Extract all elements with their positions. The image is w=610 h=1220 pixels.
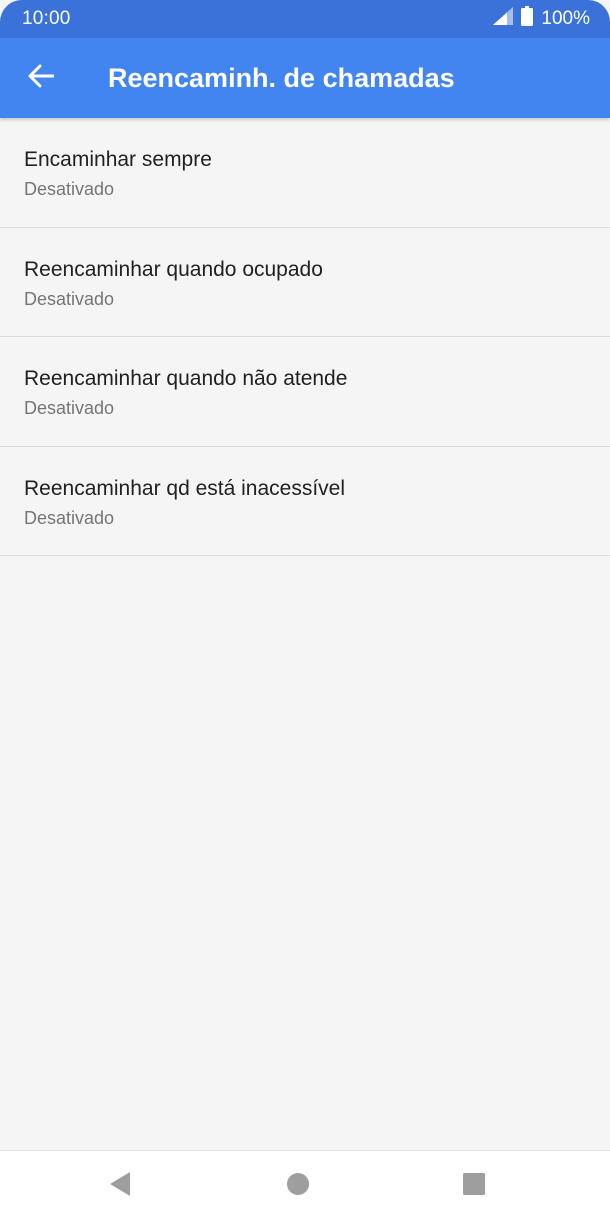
setting-title: Reencaminhar quando não atende — [24, 367, 348, 390]
setting-forward-busy[interactable]: Reencaminhar quando ocupado Desativado — [0, 228, 610, 337]
back-button[interactable] — [0, 38, 82, 118]
settings-list: Encaminhar sempre Desativado Reencaminha… — [0, 118, 610, 556]
setting-title: Encaminhar sempre — [24, 148, 212, 171]
setting-status: Desativado — [24, 398, 115, 418]
arrow-left-icon — [28, 64, 55, 93]
nav-home-button[interactable] — [281, 1169, 315, 1203]
app-bar: Reencaminh. de chamadas — [0, 38, 610, 118]
setting-status: Desativado — [24, 288, 115, 309]
setting-forward-unreachable[interactable]: Reencaminhar qd está inacessível Desativ… — [0, 447, 610, 556]
home-circle-icon — [286, 1172, 310, 1201]
battery-level: 100% — [541, 8, 590, 29]
setting-title: Reencaminhar quando ocupado — [24, 257, 323, 281]
setting-status: Desativado — [24, 179, 115, 199]
setting-status: Desativado — [24, 507, 115, 528]
battery-icon — [521, 6, 534, 32]
signal-icon — [493, 7, 514, 31]
page-title: Reencaminh. de chamadas — [108, 62, 455, 93]
status-time: 10:00 — [22, 8, 71, 29]
recents-square-icon — [462, 1172, 486, 1201]
back-triangle-icon — [108, 1171, 132, 1202]
nav-recents-button[interactable] — [457, 1169, 491, 1203]
status-bar: 10:00 100% — [0, 0, 610, 38]
navigation-bar — [0, 1150, 610, 1220]
setting-forward-no-answer[interactable]: Reencaminhar quando não atende Desativad… — [0, 337, 610, 447]
nav-back-button[interactable] — [103, 1169, 137, 1203]
setting-title: Reencaminhar qd está inacessível — [24, 476, 346, 500]
setting-forward-always[interactable]: Encaminhar sempre Desativado — [0, 118, 610, 228]
status-icons: 100% — [493, 6, 590, 32]
